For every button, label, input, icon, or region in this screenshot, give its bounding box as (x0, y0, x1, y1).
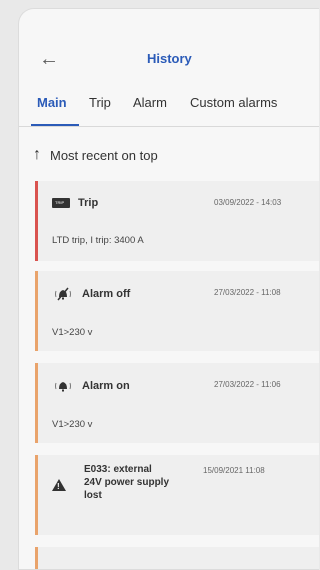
tab-custom-alarms[interactable]: Custom alarms (190, 95, 277, 110)
event-date: 27/03/2022 - 11:08 (214, 288, 281, 297)
event-name: Alarm on (82, 380, 130, 392)
sort-toggle[interactable]: ↑ Most recent on top (33, 146, 158, 164)
event-card-alarm-on[interactable]: Alarm on 27/03/2022 - 11:06 V1>230 v (35, 363, 319, 443)
event-name: E033: external 24V power supply lost (84, 464, 170, 501)
event-card-alarm-off[interactable]: Alarm off 27/03/2022 - 11:08 V1>230 v (35, 271, 319, 351)
event-detail: LTD trip, I trip: 3400 A (52, 235, 144, 246)
event-detail: V1>230 v (52, 327, 93, 338)
back-arrow-icon[interactable]: ← (39, 49, 59, 69)
event-detail: V1>230 v (52, 419, 93, 430)
event-card-trip[interactable]: Trip 03/09/2022 - 14:03 LTD trip, I trip… (35, 181, 319, 261)
event-name: Trip (78, 197, 99, 209)
event-date: 03/09/2022 - 14:03 (214, 198, 282, 207)
event-card-next[interactable] (35, 547, 319, 569)
event-date: 15/09/2021 11:08 (203, 466, 265, 475)
tabs-divider (19, 126, 319, 127)
trip-icon (52, 198, 70, 208)
warning-icon (52, 479, 66, 491)
tab-trip[interactable]: Trip (89, 95, 111, 110)
tab-main[interactable]: Main (37, 95, 67, 110)
bell-icon (55, 382, 71, 392)
phone-frame: ← History Main Trip Alarm Custom alarms … (18, 8, 319, 570)
event-date: 27/03/2022 - 11:06 (214, 380, 281, 389)
event-name: Alarm off (82, 288, 131, 300)
arrow-up-icon: ↑ (33, 146, 41, 163)
page-title: History (147, 51, 192, 66)
tab-alarm[interactable]: Alarm (133, 95, 167, 110)
sort-label: Most recent on top (50, 147, 158, 163)
bell-off-icon (55, 287, 71, 301)
event-card-warning[interactable]: E033: external 24V power supply lost 15/… (35, 455, 319, 535)
